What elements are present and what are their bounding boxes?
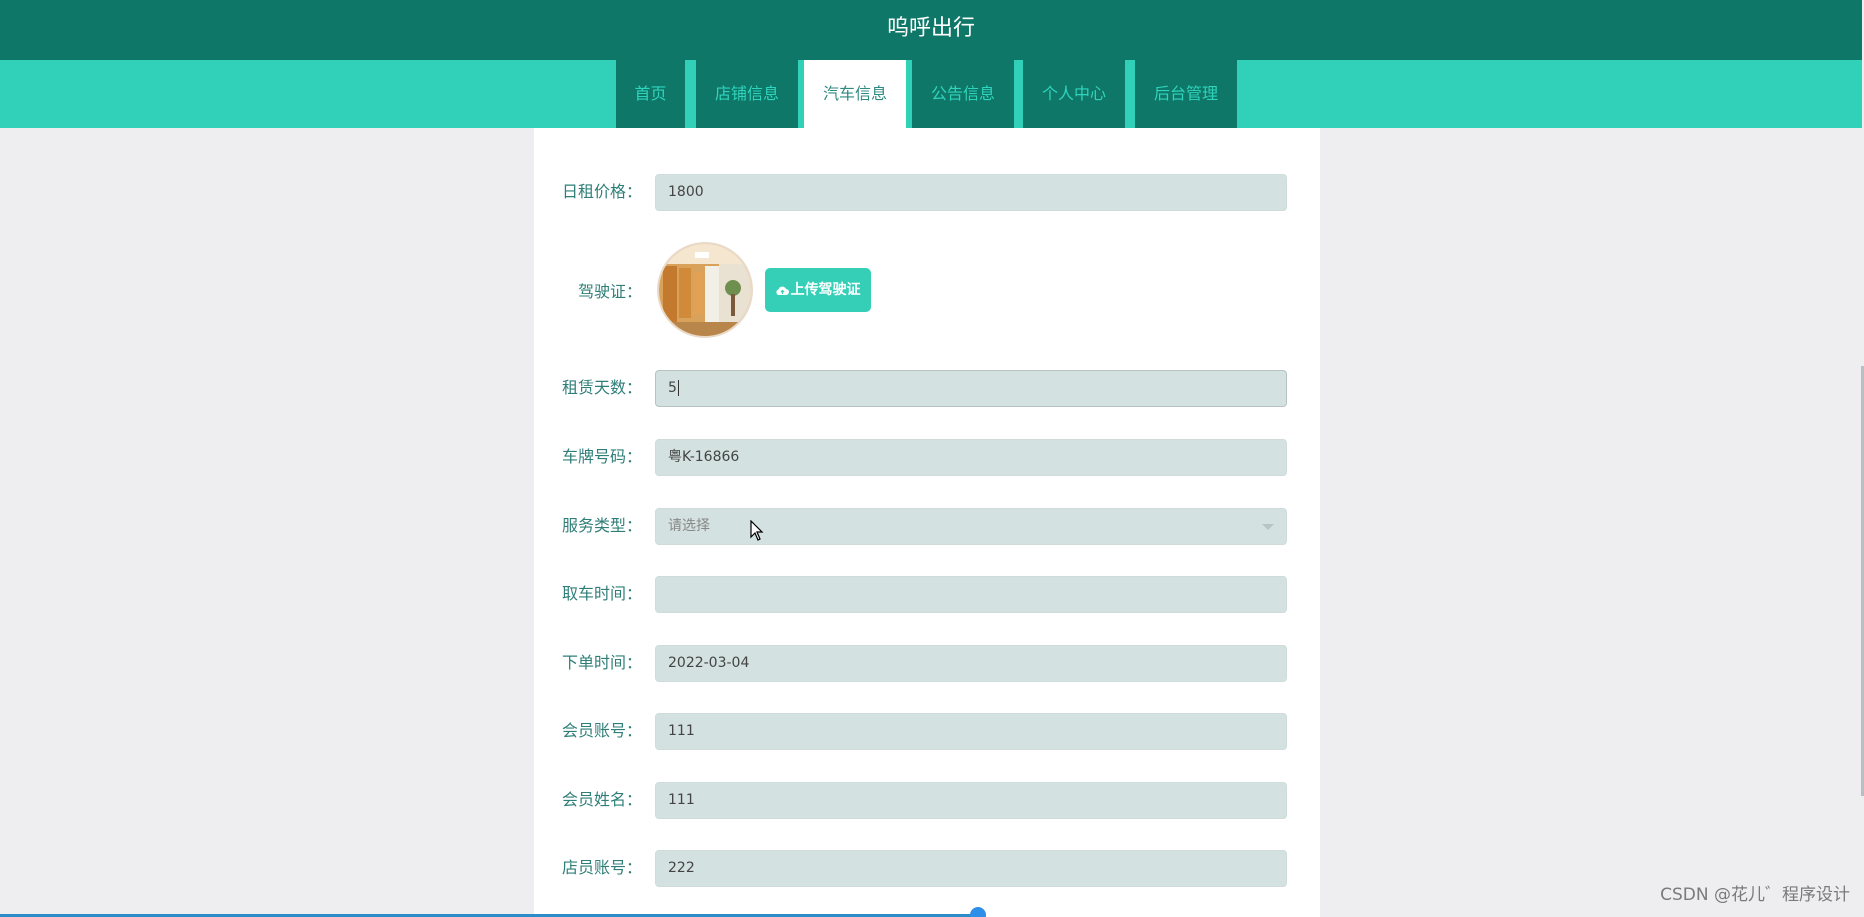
nav-personal-center[interactable]: 个人中心 — [1023, 60, 1125, 128]
mouse-cursor-icon — [750, 520, 764, 541]
member-name-label: 会员姓名： — [561, 790, 642, 809]
upload-license-button[interactable]: 上传驾驶证 — [765, 268, 871, 312]
service-type-placeholder: 请选择 — [668, 518, 710, 534]
upload-license-label: 上传驾驶证 — [790, 282, 861, 298]
order-form-card: 日租价格： 1800 驾驶证： 上传驾驶证 租赁天数： 5 车牌号码： 粤K-1… — [534, 86, 1320, 917]
text-caret — [677, 380, 679, 396]
cloud-upload-icon — [775, 286, 789, 295]
video-progress-handle[interactable] — [970, 907, 986, 917]
daily-price-input[interactable]: 1800 — [655, 174, 1287, 211]
nav-car-info[interactable]: 汽车信息 — [804, 60, 906, 128]
license-image — [657, 242, 753, 338]
member-name-input[interactable]: 111 — [655, 782, 1287, 819]
daily-price-label: 日租价格： — [561, 182, 642, 201]
chevron-down-icon — [1262, 524, 1274, 530]
page: 日租价格： 1800 驾驶证： 上传驾驶证 租赁天数： 5 车牌号码： 粤K-1… — [0, 0, 1864, 917]
member-account-input[interactable]: 111 — [655, 713, 1287, 750]
clerk-account-input[interactable]: 222 — [655, 850, 1287, 887]
service-type-label: 服务类型： — [561, 516, 642, 535]
nav-home[interactable]: 首页 — [616, 60, 685, 128]
plate-label: 车牌号码： — [561, 447, 642, 466]
order-time-label: 下单时间： — [561, 653, 642, 672]
pickup-time-input[interactable] — [655, 576, 1287, 613]
app-title: 呜呼出行 — [886, 16, 975, 41]
order-time-input[interactable]: 2022-03-04 — [655, 645, 1287, 682]
nav-notice-info[interactable]: 公告信息 — [912, 60, 1014, 128]
top-header: 呜呼出行 — [0, 0, 1862, 61]
member-account-label: 会员账号： — [561, 721, 642, 740]
nav-admin[interactable]: 后台管理 — [1135, 60, 1237, 128]
clerk-account-label: 店员账号： — [561, 858, 642, 877]
watermark: CSDN @花儿゛程序设计 — [1660, 885, 1850, 905]
plate-input[interactable]: 粤K-16866 — [655, 439, 1287, 476]
rent-days-value: 5 — [668, 380, 677, 396]
nav-shop-info[interactable]: 店铺信息 — [696, 60, 798, 128]
license-photo-icon — [659, 244, 751, 336]
rent-days-input[interactable]: 5 — [655, 370, 1287, 407]
pickup-time-label: 取车时间： — [561, 584, 642, 603]
license-label: 驾驶证： — [577, 282, 642, 301]
main-nav: 首页 店铺信息 汽车信息 公告信息 个人中心 后台管理 — [0, 60, 1862, 128]
rent-days-label: 租赁天数： — [561, 378, 642, 397]
row-license: 驾驶证： 上传驾驶证 — [534, 242, 1320, 342]
